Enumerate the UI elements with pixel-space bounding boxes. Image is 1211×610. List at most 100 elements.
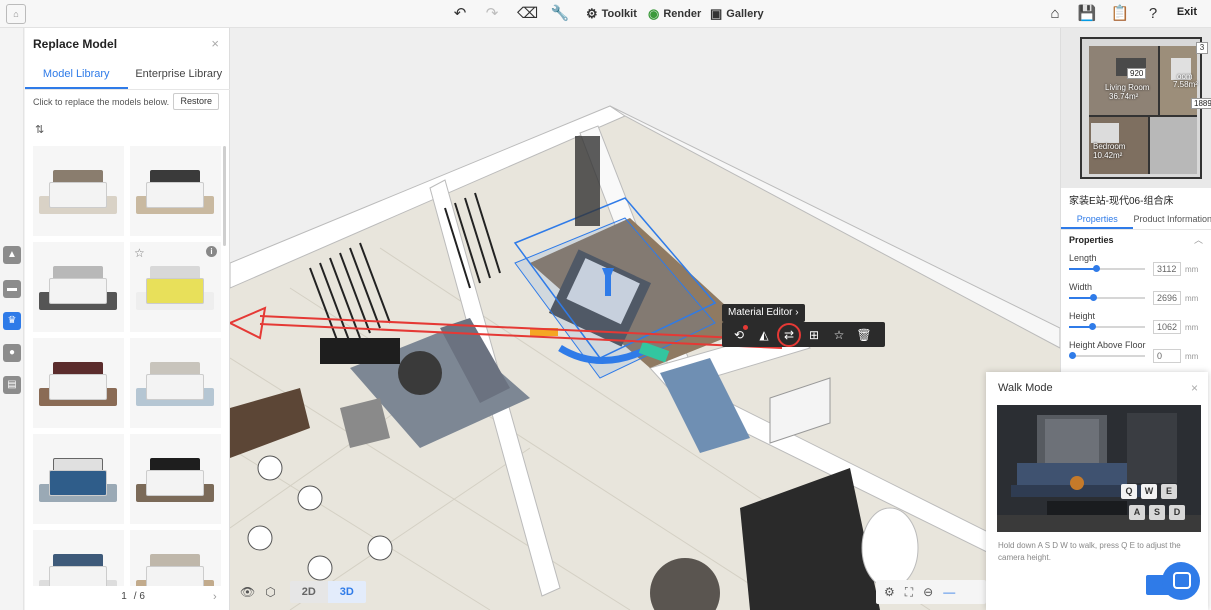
height-above-floor-unit: mm: [1185, 352, 1199, 361]
wrench-icon[interactable]: 🔧: [550, 4, 570, 24]
room-label: Living Room: [1105, 83, 1150, 92]
tab-product-information[interactable]: Product Information: [1133, 208, 1211, 229]
tab-properties[interactable]: Properties: [1061, 208, 1134, 229]
rail-person-icon[interactable]: ●: [3, 344, 21, 362]
info-icon[interactable]: i: [206, 246, 217, 257]
model-card[interactable]: [130, 530, 221, 586]
save-icon[interactable]: 💾: [1077, 4, 1097, 24]
prop-length-label: Length: [1069, 253, 1097, 263]
camera-controls: ⚙ ⛶ ⊖ —: [876, 580, 986, 604]
model-card[interactable]: ☆ i: [130, 242, 221, 332]
render-icon: ◉: [648, 6, 660, 21]
delete-trash-icon[interactable]: 🗑: [855, 326, 873, 344]
3d-viewport[interactable]: Material Editor › ⟲ ◭ ⇄ ⊞ ☆ 🗑: [230, 28, 1060, 610]
room-area: 36.74m²: [1109, 92, 1139, 101]
toolkit-icon: ⚙: [586, 6, 598, 21]
key-e: E: [1161, 484, 1177, 499]
fit-view-icon[interactable]: ⛶: [905, 585, 913, 600]
model-card[interactable]: [33, 242, 124, 332]
replace-model-panel: Replace Model × Model Library Enterprise…: [25, 28, 230, 610]
length-slider[interactable]: [1069, 265, 1145, 272]
model-card[interactable]: [130, 338, 221, 428]
length-unit: mm: [1185, 265, 1199, 274]
toolkit-button[interactable]: ⚙ Toolkit: [586, 4, 637, 24]
model-card[interactable]: [33, 338, 124, 428]
rail-crown-icon[interactable]: ♛: [3, 312, 21, 330]
prop-height-above-floor-label: Height Above Floor: [1069, 340, 1146, 350]
model-card[interactable]: [33, 146, 124, 236]
room-area: 10.42m²: [1093, 151, 1123, 160]
left-rail: ▲ ▬ ♛ ● ▤: [0, 28, 24, 610]
zoom-slider-icon[interactable]: —: [943, 585, 955, 599]
key-w: W: [1141, 484, 1157, 499]
material-editor-icon[interactable]: ⟲: [730, 324, 748, 344]
chevron-up-icon[interactable]: ︿: [1194, 233, 1203, 246]
close-icon[interactable]: ×: [1191, 381, 1198, 395]
floorplan-minimap[interactable]: 3 920 1889 Living Room 36.74m² oom 7.58m…: [1061, 28, 1211, 188]
view-controls: 👁 ⬡ 2D 3D: [240, 580, 366, 604]
model-card[interactable]: [33, 530, 124, 586]
gallery-icon: ▣: [710, 6, 723, 21]
width-input[interactable]: [1153, 291, 1181, 305]
sort-icon[interactable]: ⇅: [35, 123, 44, 136]
view-mode-toggle: 2D 3D: [289, 581, 366, 603]
clipboard-icon[interactable]: 📋: [1110, 4, 1130, 24]
tab-model-library[interactable]: Model Library: [25, 60, 128, 89]
camera-settings-icon[interactable]: ⚙: [884, 585, 895, 599]
replace-icon[interactable]: ⇄: [777, 322, 801, 347]
cube-icon[interactable]: ⬡: [265, 585, 275, 599]
key-q: Q: [1121, 484, 1137, 499]
rail-sofa-icon[interactable]: ▬: [3, 280, 21, 298]
rail-build-icon[interactable]: ▲: [3, 246, 21, 264]
width-unit: mm: [1185, 294, 1199, 303]
model-card[interactable]: [130, 434, 221, 524]
chevron-right-icon: ›: [795, 307, 799, 318]
tab-enterprise-library[interactable]: Enterprise Library: [128, 60, 231, 89]
product-name: 家装E站-现代06-组合床: [1069, 196, 1174, 207]
rail-cabinet-icon[interactable]: ▤: [3, 376, 21, 394]
eraser-icon[interactable]: ⌫: [517, 4, 538, 24]
render-button[interactable]: ◉ Render: [648, 4, 701, 24]
properties-section-title: Properties: [1069, 235, 1114, 245]
pagination: 1 / 6: [117, 591, 145, 602]
library-tabs: Model Library Enterprise Library: [25, 60, 230, 90]
app-logo-icon[interactable]: ⌂: [6, 4, 26, 24]
home-icon[interactable]: ⌂: [1045, 4, 1065, 24]
properties-tabs: Properties Product Information: [1061, 208, 1211, 230]
height-input[interactable]: [1153, 320, 1181, 334]
mirror-icon[interactable]: ◭: [755, 326, 773, 344]
exit-button[interactable]: Exit: [1177, 6, 1197, 18]
page-total: / 6: [133, 591, 145, 602]
key-s: S: [1149, 505, 1165, 520]
walk-mode-title: Walk Mode: [998, 382, 1053, 394]
top-toolbar: ⌂ ↶ ↷ ⌫ 🔧 ⚙ Toolkit ◉ Render ▣ Gallery ⌂…: [0, 0, 1211, 28]
undo-icon[interactable]: ↶: [450, 4, 470, 24]
material-editor-tooltip[interactable]: Material Editor ›: [722, 304, 805, 322]
panel-title: Replace Model: [33, 37, 118, 51]
help-icon[interactable]: ?: [1143, 4, 1163, 24]
restore-button[interactable]: Restore: [173, 93, 219, 110]
chat-support-icon[interactable]: [1162, 562, 1200, 600]
page-current[interactable]: 1: [117, 591, 131, 602]
height-above-floor-slider[interactable]: [1069, 352, 1145, 359]
scene-drawing: [230, 105, 1060, 610]
close-icon[interactable]: ×: [211, 36, 219, 51]
model-card[interactable]: [130, 146, 221, 236]
view-2d-button[interactable]: 2D: [290, 581, 328, 603]
panel-scrollbar[interactable]: [223, 146, 226, 246]
width-slider[interactable]: [1069, 294, 1145, 301]
eye-icon[interactable]: 👁: [240, 585, 255, 599]
zoom-out-icon[interactable]: ⊖: [923, 585, 933, 599]
gallery-button[interactable]: ▣ Gallery: [710, 4, 764, 24]
view-3d-button[interactable]: 3D: [327, 581, 366, 603]
redo-icon[interactable]: ↷: [482, 4, 502, 24]
length-input[interactable]: [1153, 262, 1181, 276]
next-page-icon[interactable]: ›: [213, 591, 217, 603]
copy-add-icon[interactable]: ⊞: [805, 326, 823, 344]
height-above-floor-input[interactable]: [1153, 349, 1181, 363]
favorite-star-icon[interactable]: ☆: [830, 326, 848, 344]
height-slider[interactable]: [1069, 323, 1145, 330]
model-card[interactable]: [33, 434, 124, 524]
minimap-drawing: [1080, 37, 1202, 179]
favorite-star-icon[interactable]: ☆: [134, 246, 145, 260]
